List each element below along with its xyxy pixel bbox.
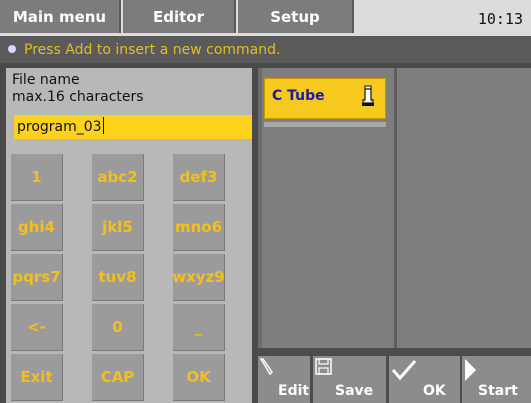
tab-main-menu[interactable]: Main menu	[0, 0, 121, 33]
key-exit[interactable]: Exit	[10, 353, 63, 401]
save-button[interactable]: Save	[313, 356, 386, 403]
edit-label: Edit	[278, 383, 310, 399]
key-tuv8[interactable]: tuv8	[91, 253, 144, 301]
tab-editor[interactable]: Editor	[123, 0, 236, 33]
start-label: Start	[478, 383, 518, 399]
tab-setup[interactable]: Setup	[238, 0, 354, 33]
key-ghi4[interactable]: ghi4	[10, 203, 63, 251]
ok-label: OK	[423, 383, 446, 399]
start-button[interactable]: Start	[462, 356, 531, 403]
status-bar: Press Add to insert a new command.	[0, 36, 531, 63]
key-wxyz9[interactable]: wxyz9	[172, 253, 225, 301]
top-bar: Main menu Editor Setup 10:13	[0, 0, 531, 36]
save-label: Save	[335, 383, 374, 399]
keypad: 1 abc2 def3 ghi4 jkl5 mno6 pqrs7 tuv8 wx…	[6, 150, 252, 403]
key-underscore[interactable]: _	[172, 303, 225, 351]
key-0[interactable]: 0	[91, 303, 144, 351]
status-message: Press Add to insert a new command.	[24, 42, 281, 58]
checkmark-icon	[391, 360, 417, 381]
command-item-underline	[264, 122, 386, 127]
file-name-panel: File name max.16 characters program_03	[6, 68, 252, 150]
key-abc2[interactable]: abc2	[91, 153, 144, 201]
clock: 10:13	[477, 10, 523, 28]
key-ok[interactable]: OK	[172, 353, 225, 401]
column-divider	[258, 68, 262, 348]
file-name-input[interactable]: program_03	[14, 115, 252, 139]
file-name-label: File name	[12, 72, 80, 88]
key-jkl5[interactable]: jkl5	[91, 203, 144, 251]
key-mno6[interactable]: mno6	[172, 203, 225, 251]
info-bullet-icon	[8, 45, 16, 53]
command-label: C Tube	[272, 88, 325, 104]
file-name-value: program_03	[17, 119, 102, 135]
ok-button[interactable]: OK	[389, 356, 460, 403]
key-backspace[interactable]: <-	[10, 303, 63, 351]
key-pqrs7[interactable]: pqrs7	[10, 253, 63, 301]
key-def3[interactable]: def3	[172, 153, 225, 201]
text-caret	[102, 117, 104, 134]
tube-icon	[361, 85, 375, 111]
pencil-icon	[260, 358, 273, 376]
key-1[interactable]: 1	[10, 153, 63, 201]
file-name-hint: max.16 characters	[12, 89, 144, 105]
floppy-disk-icon	[315, 358, 332, 375]
key-cap[interactable]: CAP	[91, 353, 144, 401]
parameter-column	[397, 68, 531, 348]
play-triangle-icon	[465, 359, 476, 381]
command-item-c-tube[interactable]: C Tube	[264, 78, 386, 119]
edit-button[interactable]: Edit	[258, 356, 310, 403]
